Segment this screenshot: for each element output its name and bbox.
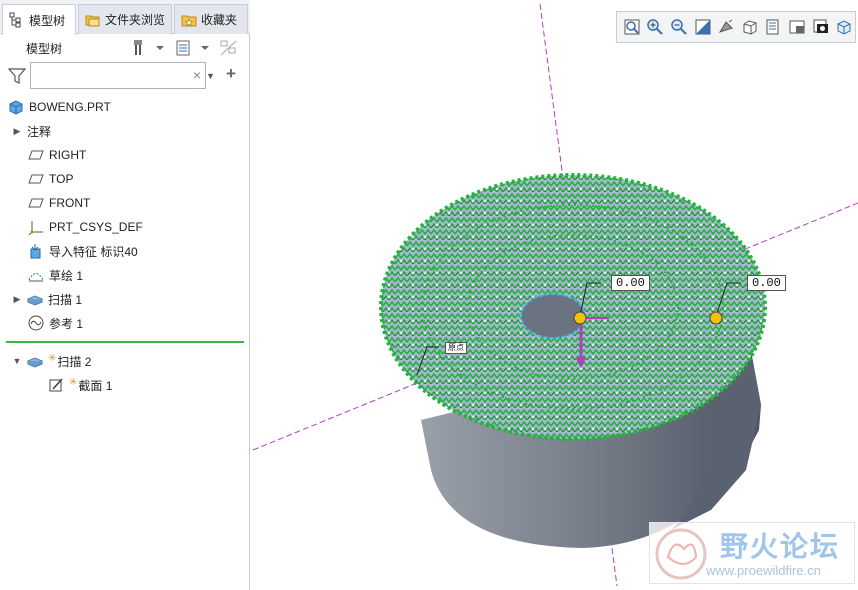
repaint-button[interactable] <box>692 15 714 39</box>
graphics-viewport[interactable]: 0.00 0.00 原点 野火论坛 www.proewildfire.cn <box>251 0 858 590</box>
tree-item-right[interactable]: RIGHT <box>28 144 86 166</box>
annotation-display-button[interactable] <box>810 15 832 39</box>
tab-folder-browser-label: 文件夹浏览 <box>105 13 166 27</box>
tree-item-sketch[interactable]: 草绘 1 <box>28 264 83 286</box>
graphics-toolbar <box>616 11 856 43</box>
sweep-icon <box>26 353 44 369</box>
tab-favorites[interactable]: 收藏夹 <box>174 4 248 34</box>
tree-settings-icon <box>134 40 164 55</box>
tree-item-label: 扫描 2 <box>57 354 92 369</box>
expand-icon[interactable]: ▶ <box>12 126 22 137</box>
tree-item-label: 扫描 1 <box>48 292 83 307</box>
refit-icon <box>624 19 640 35</box>
display-style-icon <box>719 19 734 33</box>
search-dropdown-arrow-icon[interactable]: ▼ <box>206 71 215 81</box>
repaint-icon <box>695 19 711 35</box>
new-feature-marker: ✳ <box>69 376 78 388</box>
zoom-out-icon <box>671 19 687 35</box>
tree-settings-button[interactable] <box>130 38 168 58</box>
tab-favorites-label: 收藏夹 <box>201 13 238 27</box>
search-field[interactable]: × <box>30 62 206 89</box>
tree-columns-button[interactable] <box>172 38 212 58</box>
insert-here-separator <box>6 341 244 343</box>
tree-item-label: FRONT <box>49 196 91 210</box>
model-graphics[interactable] <box>251 0 858 590</box>
tab-model-tree[interactable]: 模型树 <box>2 4 76 35</box>
tree-search-row: × ▼ + <box>6 62 244 90</box>
tree-item-label: 注释 <box>27 124 52 139</box>
tree-item-reference[interactable]: 参考 1 <box>28 312 83 334</box>
tree-item-label: TOP <box>49 172 74 186</box>
watermark-url: www.proewildfire.cn <box>706 563 821 578</box>
forum-watermark: 野火论坛 www.proewildfire.cn <box>649 522 855 584</box>
dimension-value[interactable]: 0.00 <box>747 275 786 291</box>
saved-orientations-icon <box>743 20 757 35</box>
origin-note: 原点 <box>445 342 467 354</box>
tree-item-label: PRT_CSYS_DEF <box>49 220 143 234</box>
watermark-logo <box>655 528 707 580</box>
collapse-icon[interactable]: ▼ <box>12 356 22 366</box>
display-style-button[interactable] <box>715 15 737 39</box>
dimension-value[interactable]: 0.00 <box>611 275 650 291</box>
tab-folder-browser[interactable]: 文件夹浏览 <box>78 4 172 34</box>
tree-root[interactable]: BOWENG.PRT <box>8 96 111 118</box>
watermark-title: 野火论坛 <box>720 530 841 563</box>
tree-toolbar: 模型树 <box>0 36 250 60</box>
panel-title: 模型树 <box>26 42 63 56</box>
panel-tab-bar: 模型树 文件夹浏览 收藏夹 <box>0 0 250 35</box>
folder-browser-icon <box>85 12 101 28</box>
tree-item-label: 参考 1 <box>49 316 84 331</box>
favorites-icon <box>181 12 197 28</box>
datum-display-icon <box>789 20 805 34</box>
new-feature-marker: ✳ <box>48 352 57 364</box>
view-manager-icon <box>766 19 779 35</box>
zoom-out-button[interactable] <box>668 15 690 39</box>
tab-model-tree-label: 模型树 <box>29 13 66 28</box>
annotation-display-icon <box>813 19 828 33</box>
tree-item-front[interactable]: FRONT <box>28 192 90 214</box>
tree-item-label: 导入特征 标识40 <box>49 244 138 259</box>
tree-item-label: 截面 1 <box>78 378 113 393</box>
tree-item-import-feature[interactable]: 导入特征 标识40 <box>28 240 138 262</box>
filter-icon[interactable] <box>7 68 27 84</box>
tree-item-section[interactable]: ✳截面 1 <box>48 374 112 396</box>
tree-item-label: RIGHT <box>49 148 87 162</box>
tree-item-annotations[interactable]: ▶ 注释 <box>12 120 51 142</box>
tree-item-top[interactable]: TOP <box>28 168 73 190</box>
drag-handle[interactable] <box>709 311 723 325</box>
datum-display-button[interactable] <box>786 15 808 39</box>
tree-item-csys[interactable]: PRT_CSYS_DEF <box>28 216 143 238</box>
part-icon <box>8 99 24 115</box>
datum-plane-icon <box>28 195 44 211</box>
expand-icon[interactable]: ▶ <box>12 294 22 305</box>
import-feature-icon <box>28 243 44 259</box>
sweep-icon <box>26 291 44 307</box>
search-input[interactable] <box>31 63 181 88</box>
refit-button[interactable] <box>621 15 643 39</box>
tree-root-label: BOWENG.PRT <box>29 100 111 114</box>
add-filter-icon[interactable]: + <box>226 64 236 84</box>
reference-icon <box>28 315 44 331</box>
model-tree-panel: 模型树 文件夹浏览 收藏夹 模型树 × ▼ + BOWENG.PRT ▶ 注释 … <box>0 0 250 590</box>
tree-filter-button[interactable] <box>216 38 242 58</box>
clear-search-icon[interactable]: × <box>193 67 201 83</box>
drag-handle[interactable] <box>573 311 587 325</box>
spin-center-icon <box>837 20 851 35</box>
tree-item-label: 草绘 1 <box>49 268 84 283</box>
tree-columns-icon <box>176 40 209 56</box>
view-manager-button[interactable] <box>763 15 785 39</box>
zoom-in-button[interactable] <box>645 15 667 39</box>
spin-center-button[interactable] <box>833 15 855 39</box>
zoom-in-icon <box>647 19 664 35</box>
tree-filter-icon <box>220 40 237 56</box>
datum-plane-icon <box>28 147 44 163</box>
model-tree-icon <box>9 12 25 28</box>
tree-item-sweep-1[interactable]: ▶ 扫描 1 <box>12 288 82 310</box>
csys-icon <box>28 219 44 236</box>
section-icon <box>48 377 64 393</box>
tree-item-sweep-2[interactable]: ▼ ✳扫描 2 <box>12 350 92 372</box>
sketch-icon <box>28 267 44 283</box>
saved-orientations-button[interactable] <box>739 15 761 39</box>
datum-plane-icon <box>28 171 44 187</box>
